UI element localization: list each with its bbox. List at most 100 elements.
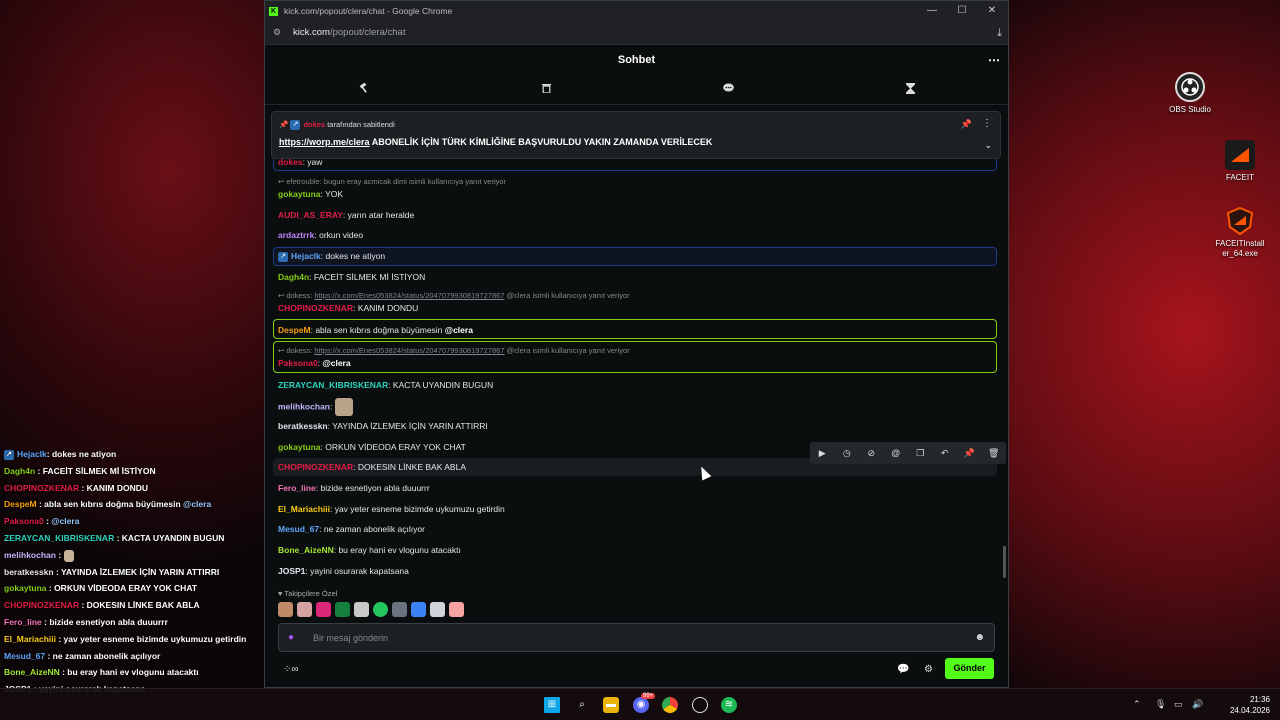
site-settings-icon[interactable]: ⚙ [273,27,285,38]
chat-message[interactable]: gokaytuna: YOK [278,189,343,199]
chat-username[interactable]: Paksona0 [278,358,318,368]
mention-icon[interactable]: @ [887,448,905,458]
chat-username[interactable]: El_Mariachiii [278,504,330,514]
pin-icon[interactable]: 📌 [961,119,972,130]
chat-bubble-icon[interactable] [721,83,735,97]
slash-icon[interactable]: ⊘ [862,448,880,459]
microphone-icon[interactable]: ● [288,632,294,643]
chat-message[interactable]: Bone_AizeNN: bu eray hani ev vlogunu ata… [278,545,461,555]
file-explorer-icon[interactable]: ▬ [603,697,619,713]
scrollbar[interactable] [1003,546,1006,578]
emote-button[interactable] [392,602,407,617]
chat-username[interactable]: beratkesskn [278,421,328,431]
chat-username[interactable]: Hejaclk [291,251,321,261]
more-options-icon[interactable]: ⋯ [988,45,1000,75]
emote-button[interactable] [316,602,331,617]
chat-username[interactable]: gokaytuna [278,442,321,452]
volume-icon[interactable]: 🔊 [1192,699,1203,710]
close-button[interactable]: ✕ [978,1,1006,21]
chat-bubble-icon[interactable]: 💬 [897,664,909,675]
windows-start-icon[interactable]: ⊞ [544,697,560,713]
pinned-message[interactable]: 📌 ↗ dokes tarafından sabitlendi https://w… [271,111,1001,159]
chat-message[interactable]: ardaztrrk: orkun video [278,230,363,240]
chevron-up-icon[interactable]: ⌃ [1133,699,1141,710]
pinned-link[interactable]: https://worp.me/clera [279,137,370,147]
chat-message[interactable]: Fero_line: bizide esnetiyon abla duuurrr [278,483,430,493]
chat-username[interactable]: CHOPINOZKENAR [278,303,353,313]
chat-message[interactable]: El_Mariachiii: yav yeter esneme bizimde … [278,504,505,514]
infinity-icon[interactable]: ⁘∞ [283,664,299,675]
chat-message[interactable]: ↗ Hejaclk: dokes ne atiyon [278,251,385,262]
emote-button[interactable] [373,602,388,617]
download-icon[interactable]: ⤓ [997,27,1002,40]
reply-icon[interactable]: ↶ [936,448,954,459]
chat-username[interactable]: Dagh4n [278,272,309,282]
chat-message[interactable]: Paksona0: @clera [278,358,351,368]
emote-button[interactable] [430,602,445,617]
mention[interactable]: @clera [445,325,473,335]
chat-username[interactable]: Fero_line [278,483,316,493]
reply-context[interactable]: ↩ dokess: https://x.com/Enes053824/statu… [278,291,630,300]
emote-button[interactable] [297,602,312,617]
chat-message[interactable]: CHOPINOZKENAR: KANIM DONDU [278,303,418,313]
chat-message[interactable]: melihkochan: [278,398,353,416]
slow-mode-hourglass-icon[interactable] [903,83,917,97]
chat-username[interactable]: ZERAYCAN_KIBRISKENAR [278,380,388,390]
chevron-down-icon[interactable]: ⌄ [984,140,992,151]
chat-username[interactable]: gokaytuna [278,189,321,199]
chat-username[interactable]: Bone_AizeNN [278,545,334,555]
chat-username[interactable]: melihkochan [278,401,330,411]
reply-context[interactable]: ↩ efetrouble: bugun eray acmicak dimi is… [278,177,506,186]
chat-username[interactable]: AUDI_AS_ERAY [278,210,343,220]
gear-icon[interactable]: ⚙ [924,664,933,675]
chat-message[interactable]: Mesud_67: ne zaman abonelik açılıyor [278,524,425,534]
emote-button[interactable] [335,602,350,617]
chat-messages[interactable]: dokes: yaw ↩ efetrouble: bugun eray acmi… [265,105,1008,621]
pin-icon[interactable]: 📌 [960,448,978,459]
clock[interactable]: 21:36 24.04.2026 [1230,694,1270,716]
chat-message[interactable]: beratkesskn: YAYINDA İZLEMEK İÇİN YARIN … [278,421,488,431]
discord-icon[interactable]: ◉ [633,697,649,713]
chat-username[interactable]: Mesud_67 [278,524,319,534]
timeout-clock-icon[interactable]: ◷ [838,448,856,459]
minimize-button[interactable]: — [918,1,946,21]
chat-message[interactable]: gokaytuna: ORKUN VİDEODA ERAY YOK CHAT [278,442,466,452]
address-bar[interactable]: ⚙ kick.com/popout/clera/chat ⤓ [265,21,1008,45]
emote-button[interactable] [354,602,369,617]
desktop-icon-faceit[interactable]: FACEIT [1210,140,1270,183]
play-icon[interactable]: ▶ [813,448,831,459]
maximize-button[interactable]: ☐ [948,1,976,21]
chat-username[interactable]: DespeM [278,325,311,335]
delete-icon[interactable]: 🗑 [985,448,1003,459]
spotify-icon[interactable]: ≋ [721,697,737,713]
ban-hammer-icon[interactable] [357,82,371,97]
mention[interactable]: @clera [322,358,350,368]
reply-context[interactable]: ↩ dokess: https://x.com/Enes053824/statu… [278,346,630,355]
chat-username[interactable]: ardaztrrk [278,230,314,240]
chrome-icon[interactable] [662,697,678,713]
desktop-icon-obs[interactable]: OBS Studio [1160,72,1220,115]
trash-icon[interactable] [539,83,553,97]
send-button[interactable]: Gönder [945,658,994,679]
chat-message[interactable]: AUDI_AS_ERAY: yarın atar heralde [278,210,414,220]
emoji-picker-icon[interactable]: ☻ [974,632,985,643]
message-input[interactable]: ● Bir mesaj gönderin ☻ [278,623,995,652]
chat-message[interactable]: JOSP1: yayini osurarak kapatsana [278,566,409,576]
reply-link[interactable]: https://x.com/Enes053824/status/20470799… [314,346,504,355]
pinned-by-user[interactable]: dokes [303,120,325,129]
emote-button[interactable] [411,602,426,617]
chat-username[interactable]: JOSP1 [278,566,305,576]
chat-message[interactable]: ZERAYCAN_KIBRISKENAR: KACTA UYANDIN BUGU… [278,380,493,390]
chat-message[interactable]: DespeM: abla sen kıbrıs doğma büyümesin … [278,325,473,335]
chat-username[interactable]: CHOPINOZKENAR [278,462,353,472]
copy-icon[interactable]: ❐ [911,448,929,459]
network-icon[interactable]: ▭ [1174,699,1183,710]
search-icon[interactable]: ⌕ [574,697,590,713]
chat-message[interactable]: CHOPINOZKENAR: DOKESIN LİNKE BAK ABLA [278,462,466,472]
emote-button[interactable] [278,602,293,617]
emote-button[interactable] [449,602,464,617]
url-text[interactable]: kick.com/popout/clera/chat [293,27,405,38]
chat-message[interactable]: Dagh4n: FACEİT SİLMEK Mİ İSTİYON [278,272,425,282]
kebab-menu-icon[interactable]: ⋮ [982,118,992,129]
microphone-icon[interactable]: 🎙 [1155,699,1166,710]
